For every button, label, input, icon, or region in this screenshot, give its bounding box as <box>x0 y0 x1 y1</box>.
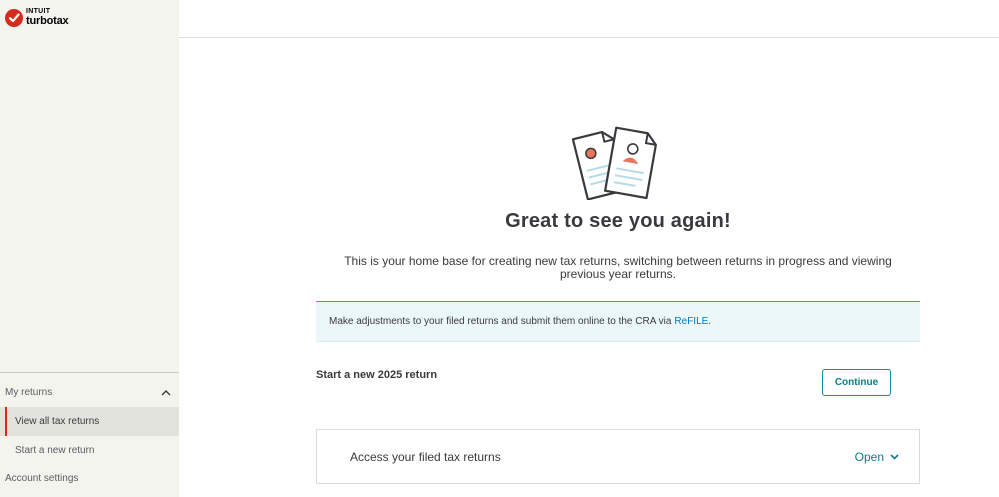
refile-info-banner: Make adjustments to your filed returns a… <box>316 301 920 342</box>
banner-text: Make adjustments to your filed returns a… <box>329 316 672 327</box>
sidebar-divider <box>0 372 179 373</box>
sidebar-item-label: View all tax returns <box>15 416 100 427</box>
top-header <box>179 0 999 38</box>
access-filed-returns-card[interactable]: Access your filed tax returns Open <box>316 429 920 484</box>
logo-wordmark: INTUIT turbotax <box>26 8 69 27</box>
tax-documents-illustration-icon <box>571 125 662 205</box>
account-settings-link[interactable]: Account settings <box>5 473 78 484</box>
sidebar-item-start-new-return[interactable]: Start a new return <box>0 436 179 465</box>
chevron-up-icon <box>161 389 171 395</box>
continue-button[interactable]: Continue <box>822 369 891 396</box>
checkmark-logo-icon <box>5 8 23 27</box>
open-dropdown-toggle[interactable]: Open <box>855 450 899 464</box>
banner-suffix: . <box>708 316 712 327</box>
intro-text: This is your home base for creating new … <box>344 254 892 281</box>
chevron-down-icon <box>890 453 899 460</box>
refile-link[interactable]: ReFILE <box>674 316 708 327</box>
start-new-return-title: Start a new 2025 return <box>316 369 438 381</box>
access-filed-returns-title: Access your filed tax returns <box>350 449 501 464</box>
page-headline: Great to see you again! <box>505 210 731 232</box>
sidebar: INTUIT turbotax My returns View all tax … <box>0 0 179 497</box>
open-label: Open <box>854 449 884 464</box>
sidebar-item-label: Start a new return <box>15 445 95 456</box>
turbotax-logo[interactable]: INTUIT turbotax <box>5 8 69 27</box>
sidebar-item-view-all-returns[interactable]: View all tax returns <box>0 407 179 436</box>
my-returns-label: My returns <box>5 386 53 398</box>
my-returns-section-toggle[interactable]: My returns <box>0 380 179 404</box>
logo-company: INTUIT <box>26 8 51 15</box>
logo-product: turbotax <box>26 15 69 27</box>
